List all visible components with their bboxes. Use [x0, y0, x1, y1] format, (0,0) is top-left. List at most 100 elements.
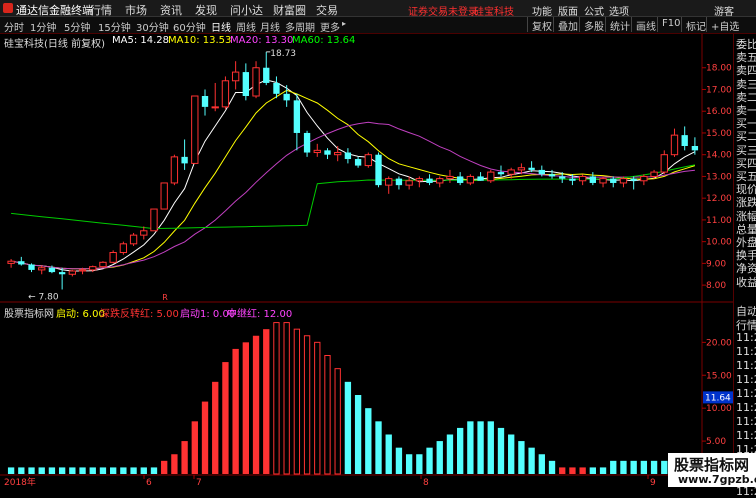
candle-body-up	[231, 71, 240, 82]
guest-label[interactable]: 游客	[714, 3, 734, 18]
indicator-bar-cyan	[487, 421, 494, 474]
indicator-bar-cyan	[365, 408, 372, 474]
period-daily[interactable]: 日线	[211, 19, 231, 34]
candle-body-up	[38, 267, 46, 271]
xaxis-label: 2018年	[4, 476, 36, 487]
period-5min[interactable]: 5分钟	[64, 19, 90, 34]
kline-chart[interactable]: 18.73 ← 7.80 R 18.00 17.00 16.00 15.00 14.00 13…	[0, 34, 733, 488]
indicator-bar-cyan	[395, 447, 403, 474]
indicator-bar-cyan	[120, 467, 127, 474]
menu-item-hangqing[interactable]: 行情	[90, 2, 112, 18]
price-tick-label: 16.00	[706, 107, 732, 117]
candle-body-down	[263, 67, 270, 83]
xaxis-label: 9	[650, 478, 656, 487]
candle-body-down	[181, 156, 188, 164]
candle-body-up	[640, 175, 648, 182]
menu-item-faxian[interactable]: 发现	[195, 2, 217, 18]
app-logo-icon	[3, 3, 13, 13]
indicator-bar-cyan	[7, 467, 15, 474]
candle-body-up	[385, 178, 393, 186]
period-toolbar: 分时 1分钟 5分钟 15分钟 30分钟 60分钟 日线 周线 月线 多周期 更…	[0, 17, 756, 34]
chart-area[interactable]: 18.73 ← 7.80 R 18.00 17.00 16.00 15.00 14.00 13…	[0, 34, 733, 488]
candle-body-down	[548, 174, 556, 177]
indicator-bar-cyan	[48, 467, 56, 474]
period-30min[interactable]: 30分钟	[136, 19, 169, 34]
indicator-bar-cyan	[456, 427, 464, 474]
indicator-bar-cyan	[426, 447, 433, 474]
candle-body-down	[273, 82, 280, 94]
tick-time-9: 11:2	[736, 429, 756, 442]
indicator-bar-cyan	[528, 447, 535, 474]
period-60min[interactable]: 60分钟	[173, 19, 206, 34]
menu-item-caifuquan[interactable]: 财富圈	[273, 2, 306, 18]
candle-body-down	[569, 178, 576, 181]
indicator-bar-hollow	[324, 355, 331, 475]
menu-item-jiaoyi[interactable]: 交易	[316, 2, 338, 18]
candle-body-up	[7, 260, 15, 264]
menu-item-gongneng[interactable]: 功能	[532, 3, 552, 18]
ma5-label: MA5: 14.28	[112, 35, 170, 46]
multi-stock-button[interactable]: 多股	[579, 17, 608, 33]
app-title: 通达信金融终端	[16, 4, 93, 17]
candle-body-up	[211, 106, 219, 109]
menu-item-wenxiaoda[interactable]: 问小达	[230, 2, 263, 18]
menu-item-gongshi[interactable]: 公式	[584, 3, 604, 18]
candle-body-up	[160, 182, 168, 210]
period-fenshi[interactable]: 分时	[4, 19, 24, 34]
candle-body-down	[242, 72, 250, 96]
price-tick-label: 11.00	[706, 216, 732, 226]
ma60-label: MA60: 13.64	[292, 35, 356, 46]
candle-body-down	[630, 178, 637, 181]
tick-time-7: 11:2	[736, 401, 756, 414]
candle-body-up	[78, 269, 87, 272]
fuquan-button[interactable]: 复权	[527, 17, 556, 33]
login-notice[interactable]: 证券交易未登录	[408, 3, 478, 18]
candle-body-up	[129, 234, 138, 245]
indicator-bar-cyan	[477, 421, 484, 474]
menu-item-banmian[interactable]: 版面	[558, 3, 578, 18]
indicator-bar-cyan	[150, 467, 158, 474]
indicator-bar-cyan	[109, 467, 117, 474]
indicator-legend-qidong: 启动: 6.00	[56, 309, 105, 320]
indicator-bar-cyan	[99, 467, 107, 474]
more-chevron-icon[interactable]: ▸	[342, 19, 346, 28]
candle-body-down	[293, 100, 301, 133]
indicator-bar-cyan	[69, 467, 76, 474]
indicator-bar-cyan	[79, 467, 86, 474]
candle-body-up	[313, 149, 321, 154]
low-price-label: ← 7.80	[28, 292, 59, 302]
period-1min[interactable]: 1分钟	[30, 19, 56, 34]
indicator-bar-cyan	[446, 434, 454, 474]
candle-body-up	[446, 175, 454, 180]
overlay-button[interactable]: 叠加	[553, 17, 582, 33]
add-favorite-button[interactable]: +自选	[706, 17, 743, 33]
period-monthly[interactable]: 月线	[260, 19, 280, 34]
candle-body-up	[364, 154, 372, 167]
menu-item-zixun[interactable]: 资讯	[160, 2, 182, 18]
indicator-bar-cyan	[661, 460, 668, 474]
period-more[interactable]: 更多	[320, 19, 340, 34]
indicator-bar-cyan	[467, 421, 474, 474]
period-weekly[interactable]: 周线	[236, 19, 256, 34]
period-15min[interactable]: 15分钟	[98, 19, 131, 34]
indicator-legend-zhongji: 中继红: 12.00	[227, 309, 293, 320]
stats-button[interactable]: 统计	[605, 17, 634, 33]
price-tick-label: 18.00	[706, 64, 732, 74]
indicator-bars	[7, 322, 699, 475]
indicator-bar-cyan	[538, 454, 545, 474]
candle-body-down	[589, 176, 597, 183]
tick-time-3: 11:2	[736, 345, 756, 358]
draw-line-button[interactable]: 画线	[631, 17, 660, 33]
menu-item-shichang[interactable]: 市场	[125, 2, 147, 18]
candle-body-up	[252, 67, 260, 97]
candle-body-up	[405, 180, 413, 186]
candle-body-down	[354, 159, 362, 166]
menu-item-xuanxiang[interactable]: 选项	[609, 3, 629, 18]
price-tick-label: 8.00	[706, 281, 726, 291]
xaxis-label: 7	[196, 478, 202, 487]
indicator-bar-cyan	[354, 395, 362, 474]
period-multi[interactable]: 多周期	[285, 19, 315, 34]
candle-body-down	[691, 146, 699, 151]
candle-body-down	[426, 178, 433, 183]
indicator-tick-label: 10.00	[706, 404, 732, 414]
